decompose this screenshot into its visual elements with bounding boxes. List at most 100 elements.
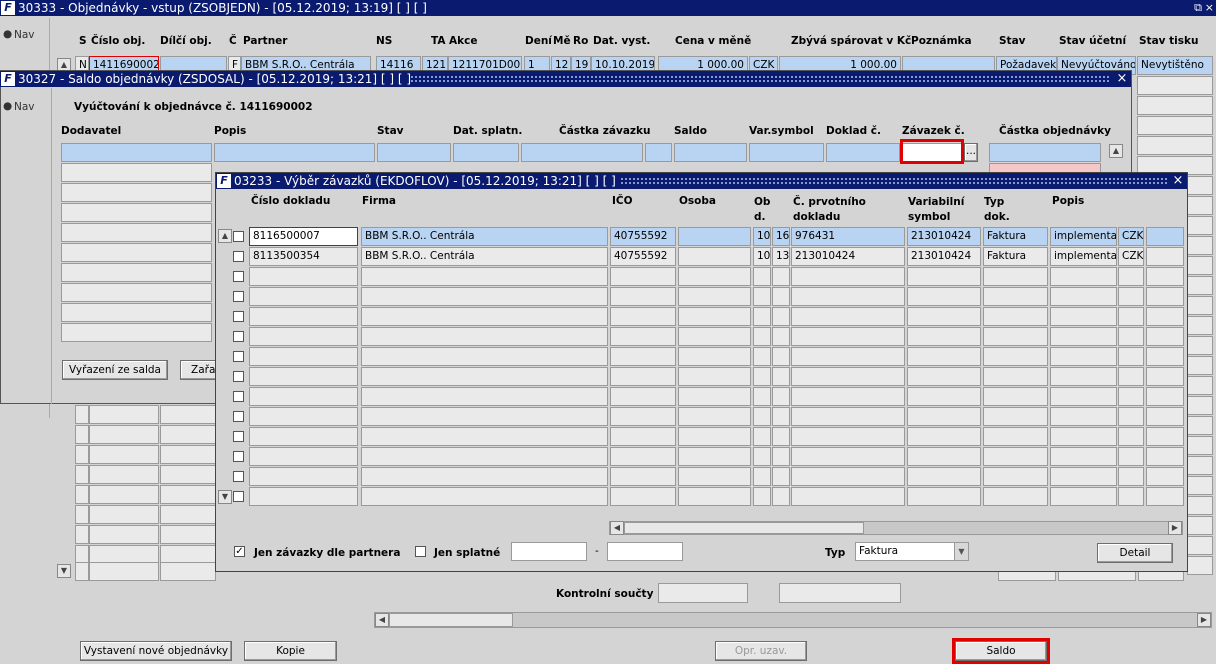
empty-cell[interactable] (610, 347, 676, 366)
cell-castka-zavazku[interactable] (521, 143, 643, 162)
empty-cell[interactable] (983, 307, 1048, 326)
empty-cell[interactable] (160, 445, 216, 464)
empty-cell[interactable] (983, 407, 1048, 426)
scroll-right-icon[interactable]: ▶ (1168, 521, 1182, 535)
empty-cell[interactable] (791, 287, 905, 306)
empty-cell[interactable] (1187, 196, 1213, 215)
cell-osoba[interactable] (678, 227, 751, 246)
empty-cell[interactable] (249, 347, 358, 366)
nav-label[interactable]: Nav (14, 101, 35, 113)
empty-cell[interactable] (907, 307, 981, 326)
empty-cell[interactable] (772, 387, 790, 406)
empty-cell[interactable] (1187, 536, 1213, 555)
empty-cell[interactable] (249, 467, 358, 486)
empty-cell[interactable] (678, 467, 751, 486)
empty-cell[interactable] (61, 323, 212, 342)
empty-cell[interactable] (1137, 96, 1213, 115)
cell-var-symbol[interactable] (749, 143, 824, 162)
nav-icon[interactable]: ● (3, 28, 12, 40)
empty-cell[interactable] (1050, 487, 1117, 506)
scroll-up-icon[interactable]: ▲ (1109, 144, 1123, 158)
cell-typ[interactable]: Faktura (983, 247, 1048, 266)
scroll-thumb[interactable] (624, 522, 864, 534)
empty-cell[interactable] (1146, 287, 1184, 306)
row-checkbox[interactable] (233, 351, 244, 362)
empty-cell[interactable] (249, 387, 358, 406)
empty-cell[interactable] (1146, 327, 1184, 346)
empty-cell[interactable] (610, 447, 676, 466)
empty-cell[interactable] (678, 307, 751, 326)
typ-select[interactable]: Faktura ▼ (855, 542, 969, 561)
row-checkbox[interactable] (233, 451, 244, 462)
empty-cell[interactable] (1187, 416, 1213, 435)
empty-cell[interactable] (61, 303, 212, 322)
empty-cell[interactable] (249, 367, 358, 386)
empty-cell[interactable] (1050, 427, 1117, 446)
empty-cell[interactable] (1146, 267, 1184, 286)
date-to-input[interactable] (607, 542, 683, 561)
saldo-window-titlebar[interactable]: F 30327 - Saldo objednávky (ZSDOSAL) - [… (0, 71, 1131, 87)
empty-cell[interactable] (983, 287, 1048, 306)
empty-cell[interactable] (772, 427, 790, 446)
empty-cell[interactable] (1050, 387, 1117, 406)
empty-cell[interactable] (1118, 407, 1144, 426)
empty-cell[interactable] (160, 525, 216, 544)
empty-cell[interactable] (791, 447, 905, 466)
empty-cell[interactable] (772, 347, 790, 366)
empty-cell[interactable] (1118, 287, 1144, 306)
empty-cell[interactable] (753, 387, 771, 406)
empty-cell[interactable] (160, 425, 216, 444)
empty-cell[interactable] (75, 562, 89, 581)
cell-extra[interactable] (1146, 227, 1184, 246)
empty-cell[interactable] (1187, 256, 1213, 275)
nav-icon[interactable]: ● (3, 100, 12, 112)
empty-cell[interactable] (1118, 367, 1144, 386)
empty-cell[interactable] (678, 387, 751, 406)
empty-cell[interactable] (1187, 436, 1213, 455)
empty-cell[interactable] (89, 405, 159, 424)
empty-cell[interactable] (753, 347, 771, 366)
empty-cell[interactable] (772, 287, 790, 306)
empty-cell[interactable] (361, 427, 608, 446)
empty-cell[interactable] (361, 387, 608, 406)
empty-cell[interactable] (1118, 347, 1144, 366)
empty-cell[interactable] (678, 447, 751, 466)
empty-cell[interactable] (1146, 387, 1184, 406)
empty-cell[interactable] (1118, 427, 1144, 446)
row-checkbox[interactable] (233, 391, 244, 402)
empty-cell[interactable] (75, 425, 89, 444)
row-checkbox[interactable] (233, 471, 244, 482)
close-icon[interactable]: × (1171, 173, 1185, 189)
empty-cell[interactable] (249, 427, 358, 446)
scroll-right-icon[interactable]: ▶ (1197, 613, 1211, 627)
empty-cell[interactable] (61, 243, 212, 262)
empty-cell[interactable] (1118, 487, 1144, 506)
empty-cell[interactable] (249, 327, 358, 346)
cell-popis[interactable]: implementace (1050, 247, 1117, 266)
empty-cell[interactable] (1137, 136, 1213, 155)
empty-cell[interactable] (1187, 356, 1213, 375)
cell-mena[interactable] (645, 143, 672, 162)
empty-cell[interactable] (1146, 307, 1184, 326)
empty-cell[interactable] (610, 387, 676, 406)
empty-cell[interactable] (772, 447, 790, 466)
empty-cell[interactable] (75, 485, 89, 504)
empty-cell[interactable] (610, 407, 676, 426)
empty-cell[interactable] (1118, 307, 1144, 326)
empty-cell[interactable] (791, 307, 905, 326)
empty-cell[interactable] (791, 347, 905, 366)
empty-cell[interactable] (1146, 367, 1184, 386)
scroll-up-icon[interactable]: ▲ (218, 229, 232, 243)
close-icon[interactable]: × (1115, 71, 1129, 87)
empty-cell[interactable] (907, 327, 981, 346)
empty-cell[interactable] (160, 562, 216, 581)
empty-cell[interactable] (678, 347, 751, 366)
empty-cell[interactable] (361, 327, 608, 346)
empty-cell[interactable] (89, 445, 159, 464)
main-horizontal-scrollbar[interactable]: ◀ ▶ (374, 612, 1212, 628)
empty-cell[interactable] (610, 327, 676, 346)
row-checkbox[interactable] (233, 411, 244, 422)
empty-cell[interactable] (1118, 447, 1144, 466)
cell-d[interactable]: 16 (772, 227, 790, 246)
empty-cell[interactable] (678, 367, 751, 386)
